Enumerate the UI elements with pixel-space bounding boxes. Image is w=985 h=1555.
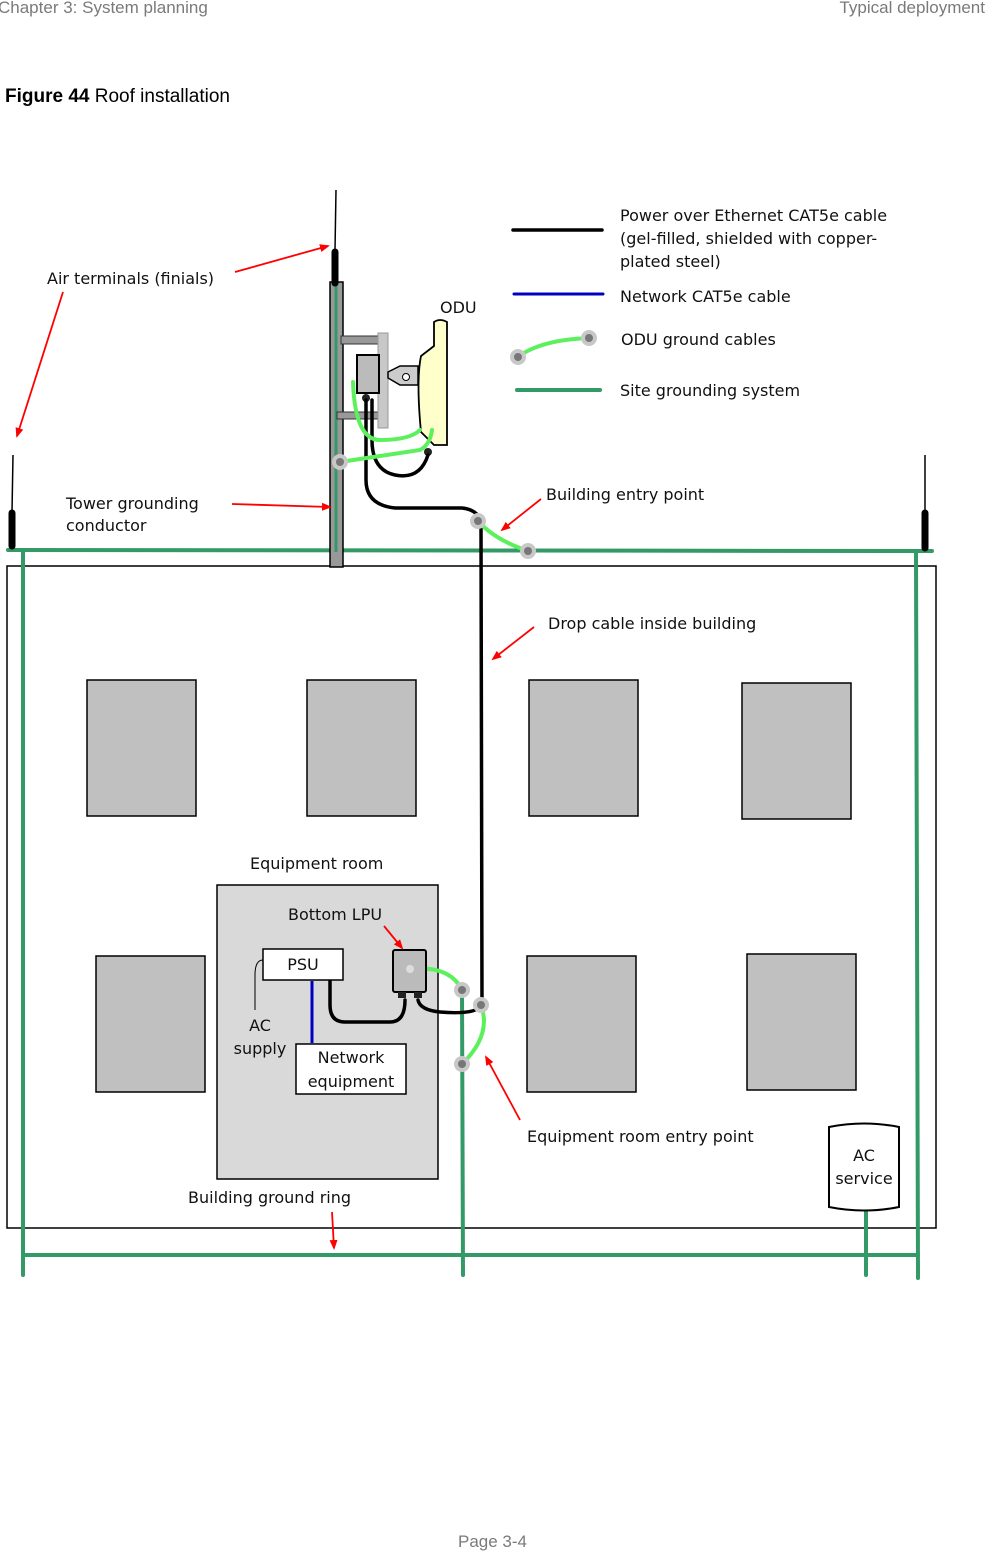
page-number: Page 3-4 (458, 1532, 527, 1551)
ac-supply-label: AC (249, 1016, 271, 1035)
psu-label: PSU (287, 955, 319, 974)
window (95, 955, 206, 1093)
ground-point (454, 1056, 470, 1072)
odu-radome (417, 319, 448, 446)
window (86, 679, 197, 817)
legend-item-poe: Power over Ethernet CAT5e cable (gel-fil… (511, 206, 887, 271)
legend-item-odu-ground: ODU ground cables (510, 330, 776, 365)
ground-point (332, 454, 348, 470)
ac-service-label: AC (853, 1146, 875, 1165)
ac-supply-label: supply (234, 1039, 287, 1058)
building-ground-ring-label: Building ground ring (188, 1188, 351, 1207)
equipment-room-label: Equipment room (250, 854, 383, 873)
window (746, 953, 857, 1091)
bottom-lpu-label: Bottom LPU (288, 905, 382, 924)
window (528, 679, 639, 817)
window (526, 955, 637, 1093)
legend-label: plated steel) (620, 252, 721, 271)
legend-item-network: Network CAT5e cable (512, 287, 791, 306)
ground-point (454, 982, 470, 998)
ac-service-box (828, 1122, 900, 1212)
legend-label: Site grounding system (620, 381, 800, 400)
building-entry-label: Building entry point (546, 485, 704, 504)
legend-label: ODU ground cables (621, 330, 776, 349)
tower-grounding-label: conductor (66, 516, 147, 535)
legend-label: Power over Ethernet CAT5e cable (620, 206, 887, 225)
site-grounding-system (6, 548, 934, 1280)
drop-cable-label: Drop cable inside building (548, 614, 756, 633)
ground-point (470, 513, 486, 529)
legend-label: Network CAT5e cable (620, 287, 791, 306)
legend: Power over Ethernet CAT5e cable (gel-fil… (510, 206, 887, 400)
legend-item-site-ground: Site grounding system (515, 381, 800, 400)
ground-point (520, 543, 536, 559)
network-equipment-label: equipment (308, 1072, 395, 1091)
ground-point (473, 997, 489, 1013)
odu-label: ODU (440, 298, 477, 317)
tower-grounding-label: Tower grounding (65, 494, 199, 513)
window (306, 679, 417, 817)
window (741, 682, 852, 820)
windows (86, 679, 857, 1093)
top-lpu (356, 354, 380, 394)
network-equipment-label: Network (318, 1048, 386, 1067)
legend-swatch (516, 336, 590, 359)
air-terminals-label: Air terminals (finials) (47, 269, 214, 288)
ac-service-label: service (835, 1169, 892, 1188)
legend-label: (gel-filled, shielded with copper- (620, 229, 877, 248)
equipment-room-entry-label: Equipment room entry point (527, 1127, 754, 1146)
building-outline (6, 565, 937, 1229)
roof-installation-diagram: PSU Network equipment AC supply AC servi… (6, 189, 937, 1280)
bottom-lpu (392, 949, 427, 998)
